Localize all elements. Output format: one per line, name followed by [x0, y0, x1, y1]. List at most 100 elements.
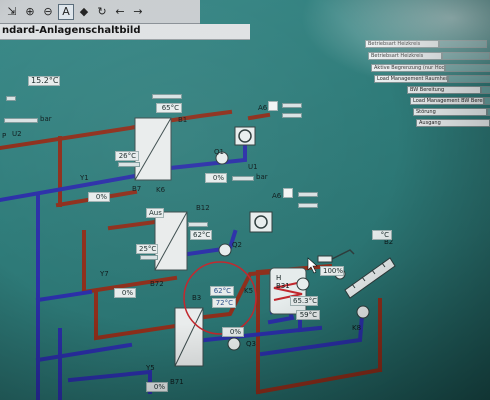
- window-title: ndard-Anlagenschaltbild: [2, 25, 141, 36]
- label-Q3: Q3: [246, 340, 256, 348]
- label-H: H: [276, 274, 282, 282]
- hx1-temp-value: 26°C: [115, 151, 139, 161]
- heat-exchanger-1: [134, 117, 172, 181]
- heat-exchanger-2: [154, 211, 188, 271]
- supply-pipe-top-right: [247, 112, 271, 121]
- b3-value-b: 72°C: [212, 298, 236, 308]
- zoom-in-icon[interactable]: ⊕: [22, 4, 38, 20]
- return-pipe-right: [297, 325, 323, 333]
- b12-value-b: 62°C: [190, 230, 212, 240]
- b12-value-a: 25°C: [136, 244, 158, 254]
- pump-b31: [296, 277, 310, 291]
- refresh-icon[interactable]: ↻: [94, 4, 110, 20]
- window-title-bar: ndard-Anlagenschaltbild: [0, 24, 250, 40]
- solar-collector: [344, 257, 396, 299]
- b12-input-b[interactable]: [188, 222, 208, 227]
- status-row: Aktive Begrenzung (nur Hochsch.): [371, 64, 490, 72]
- pump-k5: [356, 305, 370, 319]
- plant-schematic: [0, 109, 396, 400]
- status-row-value: [481, 86, 490, 94]
- status-row-value: [484, 97, 490, 105]
- status-row-value: [439, 40, 487, 48]
- y7-percent-value: 0%: [114, 288, 136, 298]
- status-row-value: [448, 75, 490, 83]
- select-icon[interactable]: ⇲: [4, 4, 20, 20]
- status-row: Betriebsart Heizkreis: [365, 40, 487, 48]
- b1-input-top[interactable]: [152, 94, 182, 99]
- a6-mid-indicator[interactable]: [283, 188, 293, 198]
- return-pipe-hx1: [167, 138, 247, 171]
- status-row-label: Betriebsart Heizkreis: [368, 52, 442, 60]
- mix-percent-value: 100%: [320, 266, 344, 276]
- status-row-label: Ausgang: [416, 119, 490, 127]
- zoom-out-icon[interactable]: ⊖: [40, 4, 56, 20]
- status-row-label: BW Bereitung: [407, 86, 481, 94]
- status-row-label: Load Management BW Bereitung: [410, 97, 484, 105]
- status-row: Load Management Raumheizung: [374, 75, 490, 83]
- mixing-valve-top: [317, 249, 355, 263]
- label-B72: B72: [150, 280, 164, 288]
- pump-q2: [218, 243, 232, 257]
- supply-pipe-bottom: [255, 367, 383, 395]
- b1-setpoint-value: 65°C: [156, 103, 182, 113]
- color-icon[interactable]: ◆: [76, 4, 92, 20]
- back-arrow-icon[interactable]: ←: [112, 4, 128, 20]
- a6-mid-input-1[interactable]: [298, 192, 318, 197]
- forward-arrow-icon[interactable]: →: [130, 4, 146, 20]
- label-U2: U2: [12, 130, 22, 138]
- label-A6-top: A6: [258, 104, 268, 112]
- label-K6: K6: [156, 186, 166, 194]
- status-row: BW Bereitung: [407, 86, 490, 94]
- label-Y7: Y7: [100, 270, 109, 278]
- status-row-value: [445, 64, 490, 72]
- label-B1: B1: [178, 116, 188, 124]
- b2-value: °C: [372, 230, 392, 240]
- a6-mid-input-2[interactable]: [298, 203, 318, 208]
- fan-unit-1: [234, 126, 256, 146]
- outside-temp-input[interactable]: [6, 96, 16, 101]
- a6-top-indicator[interactable]: [268, 101, 278, 111]
- pressure-input[interactable]: [4, 118, 38, 123]
- status-row-value: [442, 52, 490, 60]
- status-row: Load Management BW Bereitung: [410, 97, 490, 105]
- text-tool-icon[interactable]: A: [58, 3, 74, 20]
- b12-input-a[interactable]: [140, 255, 158, 260]
- status-row-label: Betriebsart Heizkreis: [365, 40, 439, 48]
- u1-input[interactable]: [232, 176, 254, 181]
- a6-top-input-2[interactable]: [282, 113, 302, 118]
- y1-percent-value: 0%: [88, 192, 110, 202]
- hx1-input[interactable]: [118, 162, 140, 167]
- mouse-cursor: [307, 257, 318, 274]
- status-row-label: Load Management Raumheizung: [374, 75, 448, 83]
- label-K5: K5: [244, 287, 254, 295]
- y5-percent-value: 0%: [146, 382, 168, 392]
- b3-value-a: 62°C: [210, 286, 234, 296]
- aus-button[interactable]: Aus: [146, 208, 164, 218]
- status-row-label: Störung: [413, 108, 487, 116]
- u1-unit-label: bar: [256, 173, 268, 181]
- label-Q2: Q2: [232, 241, 242, 249]
- return-pipe-3: [35, 342, 133, 363]
- label-U1: U1: [248, 163, 258, 171]
- label-Y5: Y5: [146, 364, 155, 372]
- status-row: StörungKeine Störung: [413, 108, 490, 116]
- label-B3: B3: [192, 294, 202, 302]
- return-pipe-lower: [67, 369, 152, 394]
- pressure-unit-label: bar: [40, 115, 52, 123]
- return-pipe-2: [35, 289, 93, 303]
- pump-q3: [227, 337, 241, 351]
- label-B7: B7: [132, 185, 142, 193]
- outside-temp-value: 15.2°C: [28, 76, 60, 86]
- label-K8: K8: [352, 324, 362, 332]
- label-A6-mid: A6: [272, 192, 282, 200]
- label-B12: B12: [196, 204, 210, 212]
- scada-screen: ⇲ ⊕ ⊖ A ◆ ↻ ← → ndard-Anlagenschaltbild …: [0, 0, 490, 400]
- b31-value-a: 65.3°C: [290, 296, 318, 306]
- status-row: Ausgang: [416, 119, 490, 127]
- status-row-label: Aktive Begrenzung (nur Hochsch.): [371, 64, 445, 72]
- status-row: Betriebsart Heizkreis: [368, 52, 490, 60]
- a6-top-input-1[interactable]: [282, 103, 302, 108]
- k5-percent-value: 0%: [222, 327, 244, 337]
- label-B31: B31: [276, 282, 290, 290]
- label-B71: B71: [170, 378, 184, 386]
